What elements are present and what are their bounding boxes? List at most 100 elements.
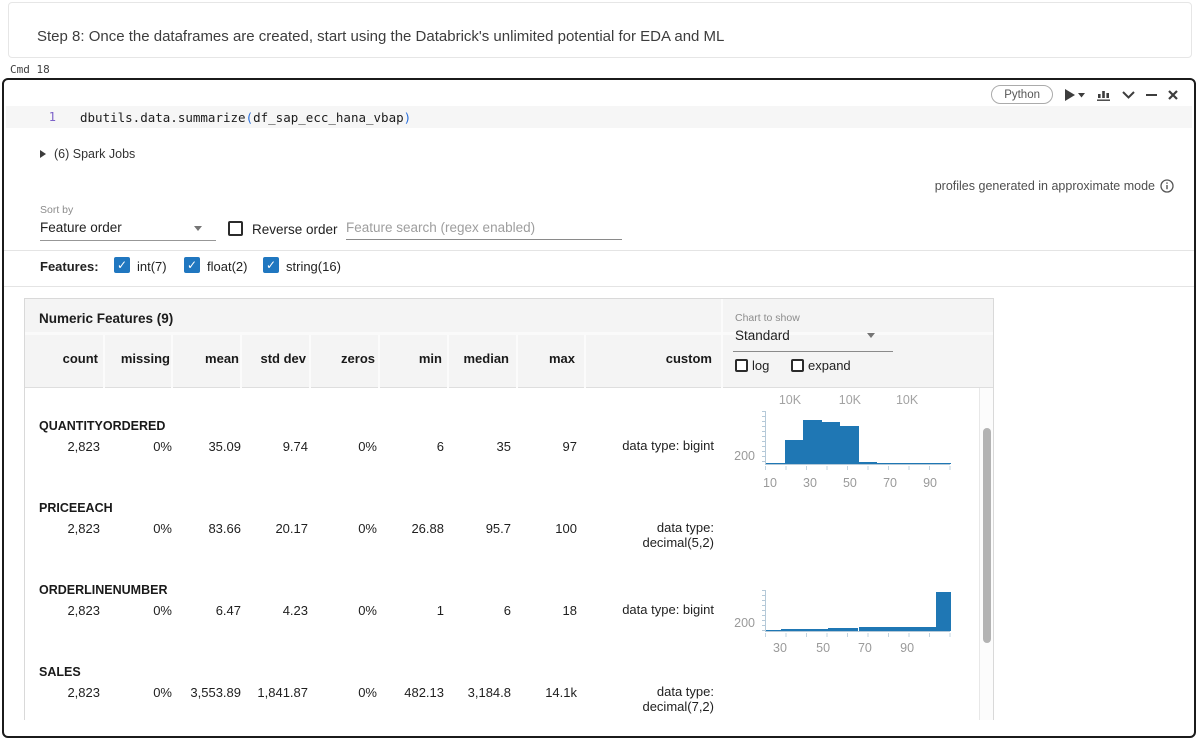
feature-name: PRICEEACH [39,501,113,515]
log-checkbox[interactable] [735,359,748,372]
hist-bar [812,629,827,631]
expand-option: expand [791,358,851,373]
hist-bar [914,463,933,464]
markdown-cell: Step 8: Once the dataframes are created,… [8,2,1192,58]
column-header-mean: mean [169,351,239,366]
close-icon[interactable] [1168,90,1178,100]
stat-custom: data type: decimal(5,2) [584,520,714,550]
hist-bar [840,426,859,464]
histogram [765,590,950,632]
column-header-missing: missing [100,351,170,366]
profiles-note: profiles generated in approximate mode [935,179,1174,193]
hist-bar [859,627,874,631]
info-icon[interactable] [1160,179,1174,193]
hist-top-label: 10K [839,393,861,407]
column-header-zeros: zeros [305,351,375,366]
code-line[interactable]: 1 dbutils.data.summarize(df_sap_ecc_hana… [6,106,1192,128]
hist-bar [889,627,904,631]
hist-y-label: 200 [725,616,755,630]
sort-caret-icon [194,226,202,231]
hist-bar [877,463,896,464]
hist-x-tick-label: 70 [858,641,872,655]
hist-bar [920,627,935,631]
panel-header: Numeric Features (9) count missing mean … [25,299,993,388]
minimize-icon[interactable] [1146,93,1157,97]
hist-x-tick-label: 50 [816,641,830,655]
column-header-stddev: std dev [236,351,306,366]
chart-to-show-label: Chart to show [735,312,800,324]
run-icon[interactable] [1064,89,1086,101]
code-argument: df_sap_ecc_hana_vbap [253,110,404,125]
histogram [765,411,950,465]
column-header-count: count [28,351,98,366]
divider [4,250,1194,251]
hist-x-tick-label: 50 [843,476,857,490]
feature-type-int-checkbox[interactable]: ✓ [114,257,130,273]
stat-custom: data type: decimal(7,2) [584,684,714,714]
column-separator [240,335,242,388]
code-paren-close: ) [404,110,412,125]
hist-x-tick-label: 10 [763,476,777,490]
expand-label: expand [808,358,851,373]
markdown-text: Step 8: Once the dataframes are created,… [37,28,724,45]
hist-top-label: 10K [779,393,801,407]
command-cell: Python 1 dbutils.data.summarize(df_sap_e… [2,78,1196,738]
stat-count: 2,823 [25,521,100,536]
hist-x-tick-label: 90 [900,641,914,655]
hist-top-label: 10K [896,393,918,407]
hist-x-tick-label: 70 [883,476,897,490]
numeric-features-panel: Numeric Features (9) count missing mean … [24,298,994,720]
divider [4,286,1194,287]
hist-bar [936,592,951,631]
column-header-min: min [372,351,442,366]
column-separator [584,335,586,388]
chart-caret-icon [867,333,875,338]
features-table-body: QUANTITYORDERED2,8230%35.099.740%63597da… [25,388,979,720]
stat-count: 2,823 [25,685,100,700]
column-separator [447,335,449,388]
feature-name: SALES [39,665,81,679]
column-separator [378,335,380,388]
hist-bar [828,628,843,631]
cmd-label: Cmd 18 [10,63,50,76]
chart-to-show-dropdown[interactable]: Standard [735,328,790,343]
chart-column-separator [721,299,723,388]
spark-jobs-label: (6) Spark Jobs [54,147,135,161]
hist-x-tick-label: 30 [803,476,817,490]
column-header-median: median [439,351,509,366]
hist-y-label: 200 [725,449,755,463]
column-separator [103,335,105,388]
hist-x-ticks [765,633,951,637]
hist-bar [766,630,781,631]
feature-search-input[interactable] [346,216,622,240]
expand-checkbox[interactable] [791,359,804,372]
hist-bar [781,629,796,631]
scrollbar-thumb[interactable] [983,428,991,643]
log-label: log [752,358,769,373]
feature-type-int-label: int(7) [137,259,167,274]
stat-count: 2,823 [25,439,100,454]
sort-by-dropdown[interactable]: Feature order [40,220,122,235]
reverse-order-checkbox[interactable] [228,221,243,236]
feature-type-string-checkbox[interactable]: ✓ [263,257,279,273]
code-paren-open: ( [246,110,254,125]
chart-icon[interactable] [1097,88,1111,101]
hist-x-tick-label: 30 [773,641,787,655]
language-selector[interactable]: Python [991,85,1053,104]
feature-type-float-label: float(2) [207,259,247,274]
feature-name: ORDERLINENUMBER [39,583,167,597]
hist-bar [874,627,889,631]
hist-x-ticks [765,466,951,470]
spark-jobs-toggle[interactable]: (6) Spark Jobs [40,147,135,161]
features-label: Features: [40,259,99,274]
reverse-order-label: Reverse order [252,222,338,237]
chevron-down-icon[interactable] [1122,90,1135,99]
hist-bar [785,440,804,464]
column-header-custom: custom [642,351,712,366]
vertical-scrollbar[interactable] [979,388,993,720]
stat-count: 2,823 [25,603,100,618]
log-option: log [735,358,769,373]
feature-name: QUANTITYORDERED [39,419,165,433]
feature-type-float-checkbox[interactable]: ✓ [184,257,200,273]
expand-triangle-icon [40,150,46,158]
